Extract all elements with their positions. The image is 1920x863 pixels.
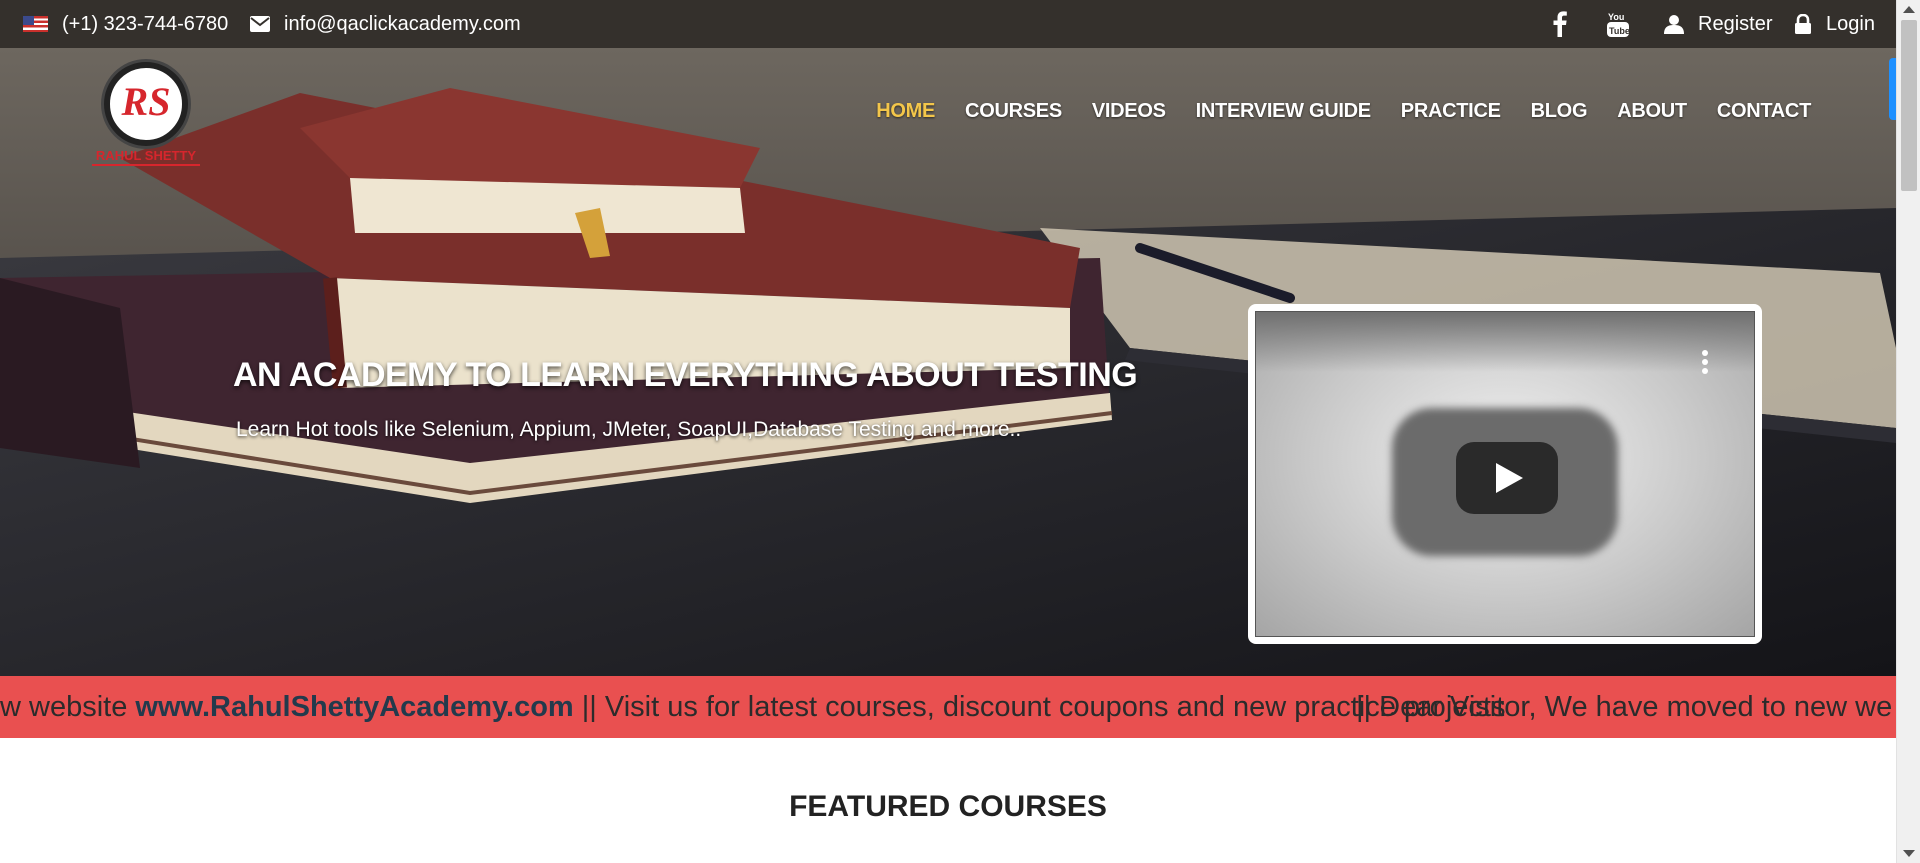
email-contact[interactable]: info@qaclickacademy.com (250, 0, 521, 48)
phone-number: (+1) 323-744-6780 (62, 12, 229, 35)
announcement-marquee: w website www.RahulShettyAcademy.com || … (0, 676, 1896, 738)
login-link[interactable]: Login (1794, 0, 1875, 48)
phone-contact: (+1) 323-744-6780 (23, 0, 228, 48)
scroll-down-icon[interactable] (1903, 850, 1915, 857)
logo-name: RAHUL SHETTY (95, 148, 197, 163)
envelope-icon (250, 16, 270, 32)
nav-interview-guide[interactable]: INTERVIEW GUIDE (1196, 100, 1371, 123)
facebook-link[interactable] (1553, 0, 1567, 48)
video-top-overlay (1256, 312, 1754, 372)
marquee-text: w website www.RahulShettyAcademy.com || … (0, 676, 1505, 738)
side-feedback-tab[interactable] (1889, 58, 1896, 120)
scroll-up-icon[interactable] (1903, 6, 1915, 13)
marquee-site-link[interactable]: www.RahulShettyAcademy.com (135, 691, 573, 723)
svg-text:You: You (1608, 12, 1624, 22)
logo-underline (92, 164, 200, 170)
top-contact-bar: (+1) 323-744-6780 info@qaclickacademy.co… (0, 0, 1896, 48)
register-link[interactable]: Register (1664, 0, 1772, 48)
nav-practice[interactable]: PRACTICE (1401, 100, 1501, 123)
youtube-link[interactable]: You Tube (1606, 0, 1630, 48)
page-scrollbar[interactable] (1896, 0, 1920, 863)
nav-home[interactable]: HOME (876, 100, 935, 123)
video-thumbnail[interactable] (1255, 311, 1755, 637)
play-button-icon[interactable] (1456, 442, 1558, 514)
hero-subtitle: Learn Hot tools like Selenium, Appium, J… (236, 418, 1022, 441)
nav-courses[interactable]: COURSES (965, 100, 1062, 123)
us-flag-icon (23, 16, 48, 32)
main-navigation: HOME COURSES VIDEOS INTERVIEW GUIDE PRAC… (876, 100, 1811, 123)
svg-text:Tube: Tube (1609, 26, 1630, 36)
youtube-icon[interactable]: You Tube (1606, 10, 1630, 38)
nav-contact[interactable]: CONTACT (1717, 100, 1811, 123)
marquee-text-repeat: || Dear Visitor, We have moved to new we (1356, 691, 1893, 723)
logo-monogram: RS (121, 79, 171, 124)
register-label[interactable]: Register (1698, 13, 1772, 36)
user-icon (1664, 14, 1684, 34)
facebook-icon[interactable] (1553, 11, 1567, 37)
marquee-text-before: w website (0, 691, 136, 723)
more-options-icon[interactable] (1702, 350, 1708, 374)
email-address[interactable]: info@qaclickacademy.com (284, 13, 521, 36)
nav-videos[interactable]: VIDEOS (1092, 100, 1166, 123)
hero-banner: RS RAHUL SHETTY HOME COURSES VIDEOS INTE… (0, 48, 1896, 676)
featured-courses-heading: FEATURED COURSES (789, 790, 1107, 823)
nav-blog[interactable]: BLOG (1531, 100, 1588, 123)
scroll-thumb[interactable] (1901, 20, 1917, 191)
login-label[interactable]: Login (1826, 13, 1875, 36)
embedded-video-player[interactable] (1248, 304, 1762, 644)
nav-about[interactable]: ABOUT (1617, 100, 1687, 123)
lock-icon (1794, 14, 1812, 34)
site-logo[interactable]: RS RAHUL SHETTY (90, 62, 202, 172)
hero-title: AN ACADEMY TO LEARN EVERYTHING ABOUT TES… (233, 356, 1138, 394)
